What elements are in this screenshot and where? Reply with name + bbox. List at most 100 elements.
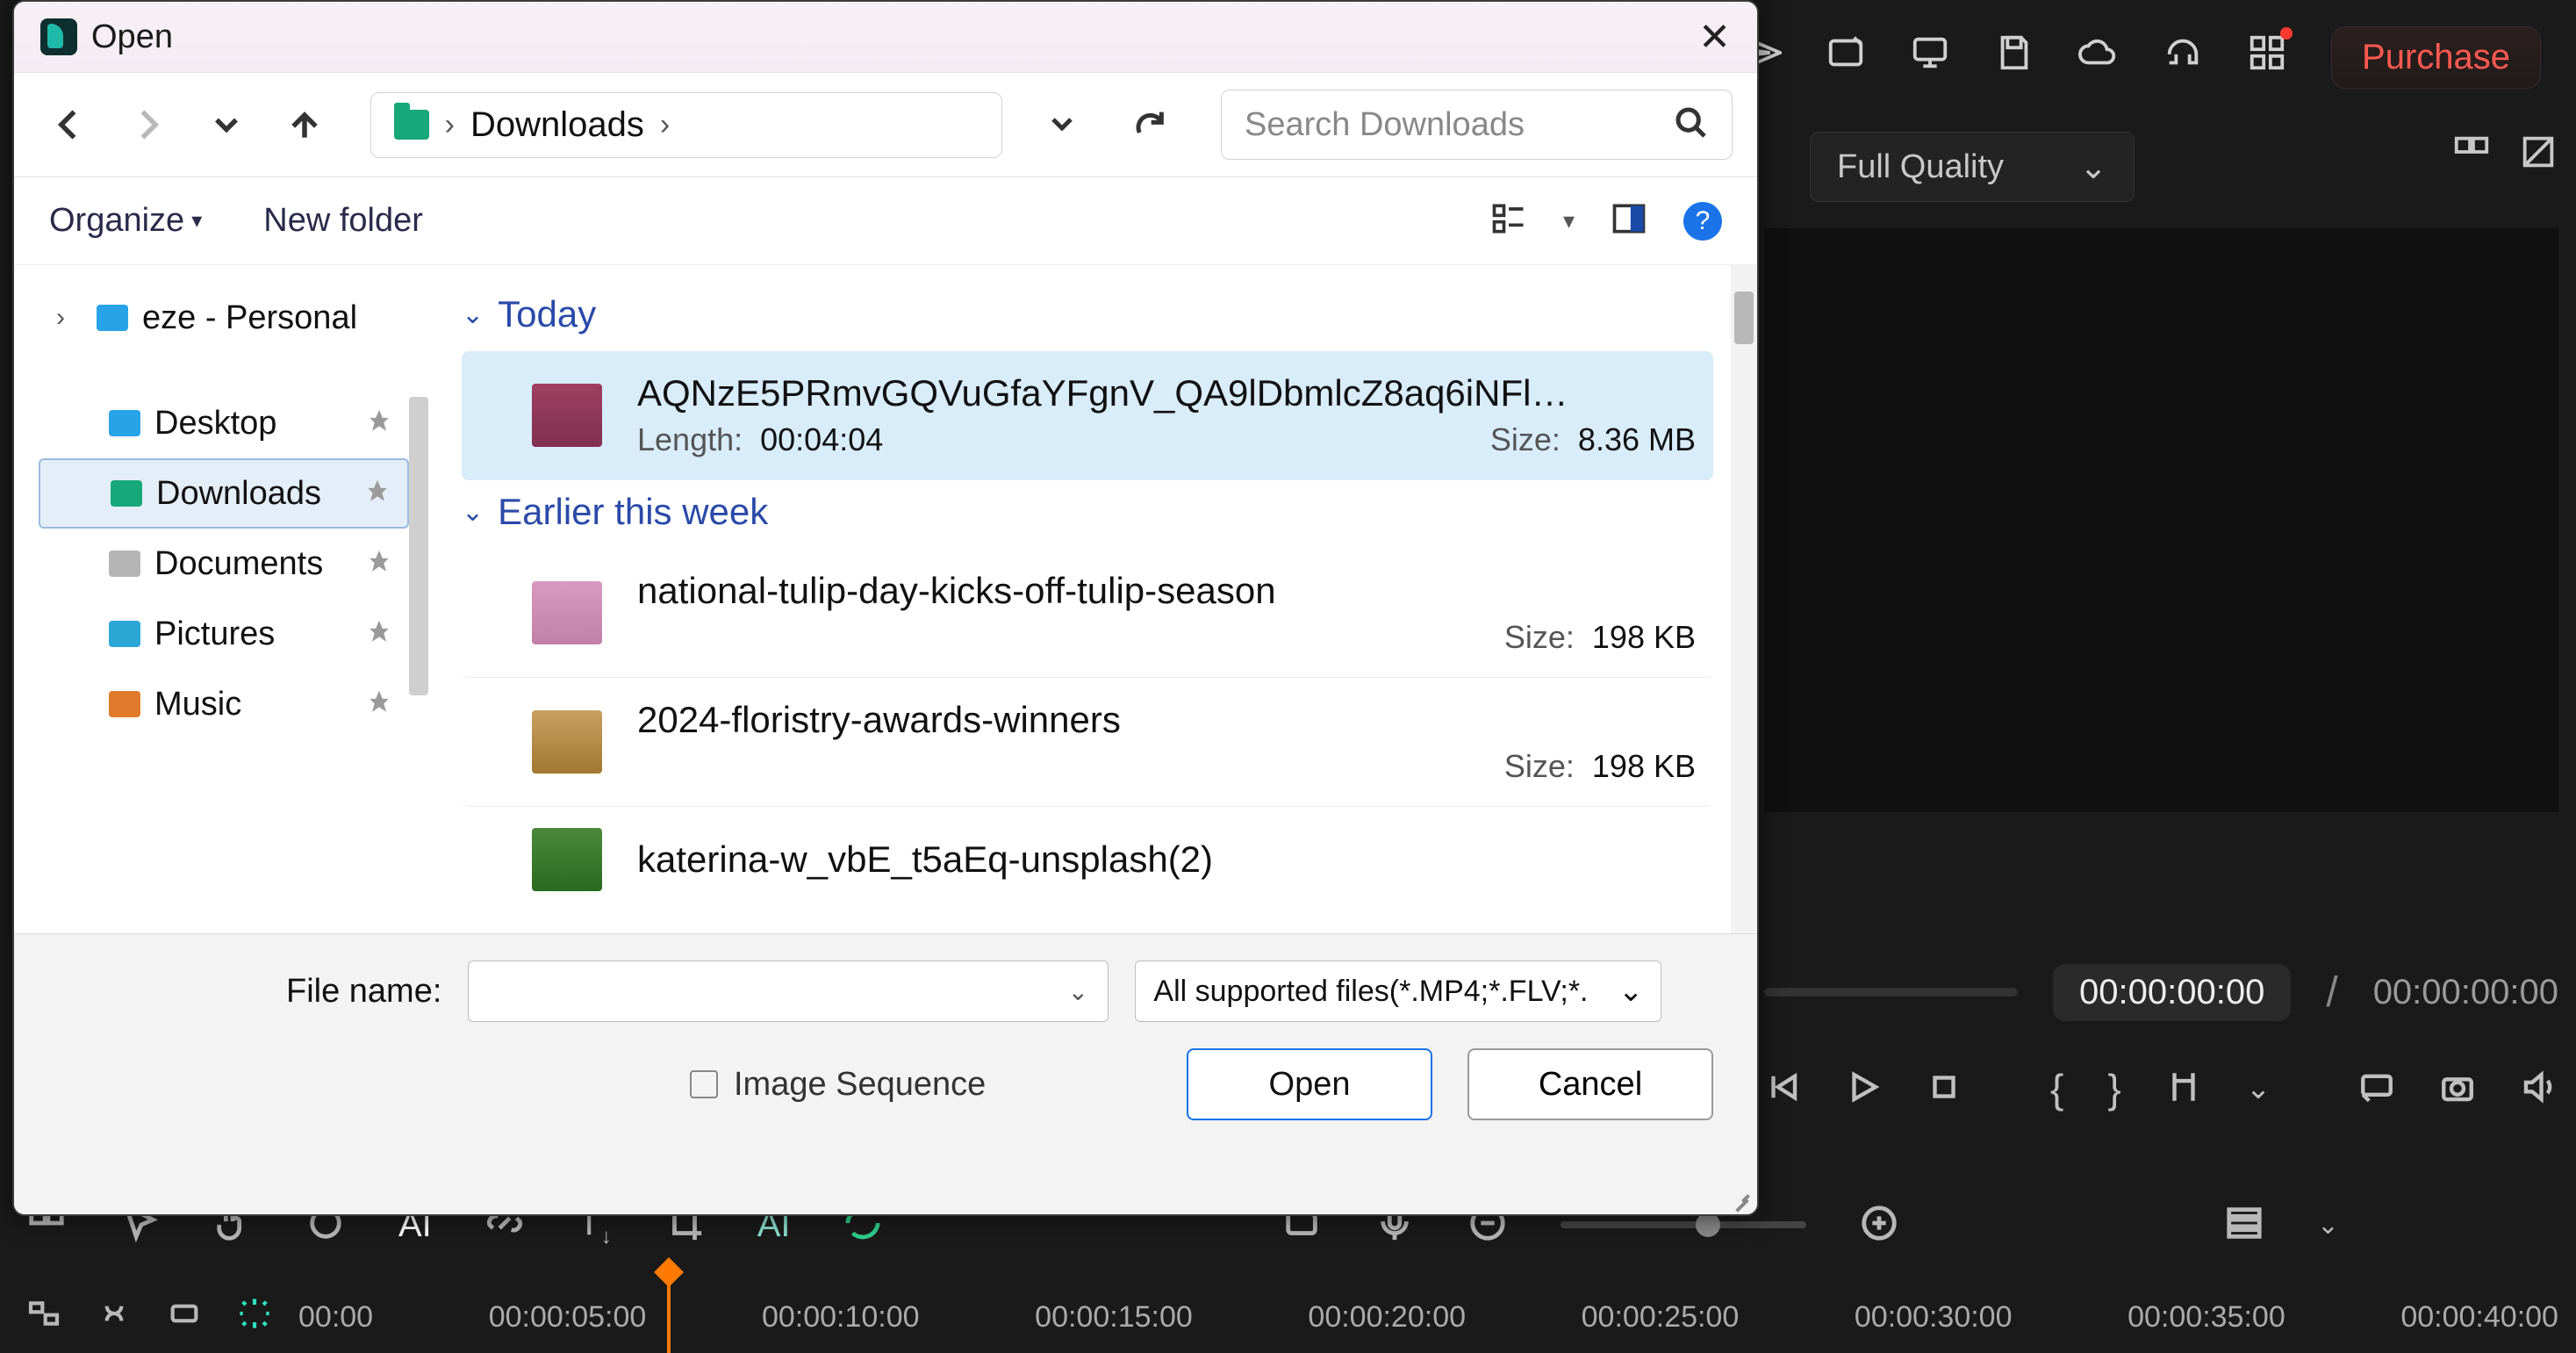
view-mode-button[interactable] xyxy=(1489,199,1528,242)
file-type-label: All supported files(*.MP4;*.FLV;*. xyxy=(1153,975,1588,1009)
zoom-slider[interactable] xyxy=(1561,1221,1806,1228)
zoom-in-icon[interactable] xyxy=(1859,1203,1899,1248)
file-name: katerina-w_vbE_t5aEq-unsplash(2) xyxy=(637,838,1696,881)
ruler-tick: 00:00:05:00 xyxy=(489,1300,647,1335)
nav-up-button[interactable] xyxy=(274,93,334,156)
sidebar-item-label: Music xyxy=(154,686,241,723)
file-row[interactable]: katerina-w_vbE_t5aEq-unsplash(2) xyxy=(462,807,1713,912)
preview-progress[interactable] xyxy=(1764,988,2018,997)
sidebar-scrollbar[interactable] xyxy=(409,397,428,695)
scrollbar-thumb[interactable] xyxy=(1734,291,1754,344)
search-box[interactable] xyxy=(1221,90,1733,160)
cloud-icon[interactable] xyxy=(2078,32,2119,82)
size-label: Size: xyxy=(1490,421,1561,457)
media-import-icon[interactable] xyxy=(1826,32,1866,82)
step-back-icon[interactable] xyxy=(1764,1069,1801,1110)
filename-combo[interactable]: ⌄ xyxy=(468,961,1109,1022)
preview-pane-button[interactable] xyxy=(1610,199,1648,242)
size-label: Size: xyxy=(1504,619,1575,655)
file-thumbnail xyxy=(532,710,602,774)
sidebar-item-desktop[interactable]: Desktop xyxy=(39,388,409,458)
organize-label: Organize xyxy=(49,202,184,240)
scope-icon[interactable] xyxy=(2518,132,2558,176)
pin-icon[interactable] xyxy=(367,686,391,723)
group-header-earlier[interactable]: ⌄ Earlier this week xyxy=(462,480,1713,549)
chevron-right-icon: › xyxy=(445,108,455,142)
timeline-ruler[interactable]: 00:00 00:00:05:00 00:00:10:00 00:00:15:0… xyxy=(298,1300,2558,1335)
sidebar-item-music[interactable]: Music xyxy=(39,669,409,739)
refresh-button[interactable] xyxy=(1123,97,1177,153)
chevron-down-icon[interactable]: ⌄ xyxy=(1062,977,1094,1006)
help-button[interactable]: ? xyxy=(1683,202,1722,241)
pin-icon[interactable] xyxy=(367,615,391,653)
timecode-total: 00:00:00:00 xyxy=(2373,973,2558,1012)
breadcrumb-history-button[interactable] xyxy=(1036,97,1090,153)
search-input[interactable] xyxy=(1245,106,1674,144)
ruler-tick: 00:00:40:00 xyxy=(2400,1300,2558,1335)
group-heading: Earlier this week xyxy=(498,491,768,533)
new-folder-button[interactable]: New folder xyxy=(263,202,423,240)
purchase-button[interactable]: Purchase xyxy=(2331,26,2541,89)
quality-select[interactable]: Full Quality ⌄ xyxy=(1810,132,2135,202)
pin-icon[interactable] xyxy=(367,405,391,443)
play-icon[interactable] xyxy=(1845,1069,1882,1110)
sidebar-item-downloads[interactable]: Downloads xyxy=(39,458,409,529)
display-icon[interactable] xyxy=(2358,1069,2395,1110)
folder-icon xyxy=(394,110,429,140)
search-icon[interactable] xyxy=(1674,105,1709,145)
chevron-down-icon[interactable]: ⌄ xyxy=(2317,1210,2339,1241)
size-value: 8.36 MB xyxy=(1578,421,1696,457)
quality-label: Full Quality xyxy=(1837,148,2004,186)
chevron-right-icon: › xyxy=(56,303,83,333)
file-type-select[interactable]: All supported files(*.MP4;*.FLV;*. ⌄ xyxy=(1135,961,1661,1022)
ruler-tick: 00:00:20:00 xyxy=(1308,1300,1466,1335)
mark-in-icon[interactable]: { xyxy=(2050,1065,2063,1112)
headset-icon[interactable] xyxy=(2163,32,2203,82)
apps-icon[interactable] xyxy=(2247,32,2287,82)
auto-marker-icon[interactable] xyxy=(237,1296,272,1339)
nav-back-button[interactable] xyxy=(39,93,99,156)
chevron-right-icon[interactable]: › xyxy=(660,108,670,142)
cancel-button[interactable]: Cancel xyxy=(1467,1048,1713,1120)
image-sequence-checkbox[interactable]: Image Sequence xyxy=(690,1066,986,1104)
file-row[interactable]: 2024-floristry-awards-winners Size: 198 … xyxy=(462,678,1713,807)
nav-recent-button[interactable] xyxy=(196,93,256,156)
file-row[interactable]: national-tulip-day-kicks-off-tulip-seaso… xyxy=(462,549,1713,678)
sidebar-item-pictures[interactable]: Pictures xyxy=(39,599,409,669)
volume-icon[interactable] xyxy=(2520,1069,2557,1110)
chevron-down-icon[interactable]: ⌄ xyxy=(2246,1071,2271,1106)
monitor-icon[interactable] xyxy=(1910,32,1950,82)
stop-icon[interactable] xyxy=(1926,1069,1962,1110)
ruler-icon-3[interactable] xyxy=(167,1296,202,1339)
checkbox-icon[interactable] xyxy=(690,1070,718,1098)
mark-out-icon[interactable]: } xyxy=(2107,1065,2120,1112)
pin-icon[interactable] xyxy=(365,475,390,513)
nav-forward-button[interactable] xyxy=(117,93,177,156)
pin-icon[interactable] xyxy=(367,545,391,583)
file-thumbnail xyxy=(532,828,602,891)
track-view-icon[interactable] xyxy=(2224,1203,2264,1248)
sidebar-item-personal[interactable]: › eze - Personal xyxy=(39,283,409,353)
length-value: 00:04:04 xyxy=(760,421,883,457)
sidebar-item-label: Pictures xyxy=(154,615,275,653)
playhead[interactable] xyxy=(667,1274,671,1353)
view-mode-more[interactable]: ▾ xyxy=(1563,207,1575,234)
marker-icon[interactable] xyxy=(2165,1069,2202,1110)
save-icon[interactable] xyxy=(1994,32,2034,82)
ruler-icon-2[interactable] xyxy=(97,1296,132,1339)
breadcrumb[interactable]: › Downloads › xyxy=(370,92,1002,158)
breadcrumb-location[interactable]: Downloads xyxy=(470,105,644,145)
organize-menu[interactable]: Organize ▾ xyxy=(49,202,202,240)
sidebar-item-documents[interactable]: Documents xyxy=(39,529,409,599)
file-list-scrollbar[interactable] xyxy=(1731,265,1757,933)
group-header-today[interactable]: ⌄ Today xyxy=(462,283,1713,351)
snapshot-icon[interactable] xyxy=(2439,1069,2476,1110)
open-button[interactable]: Open xyxy=(1187,1048,1432,1120)
filename-input[interactable] xyxy=(483,975,1062,1009)
grid-view-icon[interactable] xyxy=(2451,132,2492,176)
ruler-tick: 00:00:35:00 xyxy=(2128,1300,2285,1335)
close-button[interactable]: ✕ xyxy=(1698,15,1731,60)
ruler-icon-1[interactable] xyxy=(26,1296,61,1339)
resize-grip[interactable] xyxy=(1726,1183,1752,1209)
file-row[interactable]: AQNzE5PRmvGQVuGfaYFgnV_QA9lDbmlcZ8aq6iNF… xyxy=(462,351,1713,480)
